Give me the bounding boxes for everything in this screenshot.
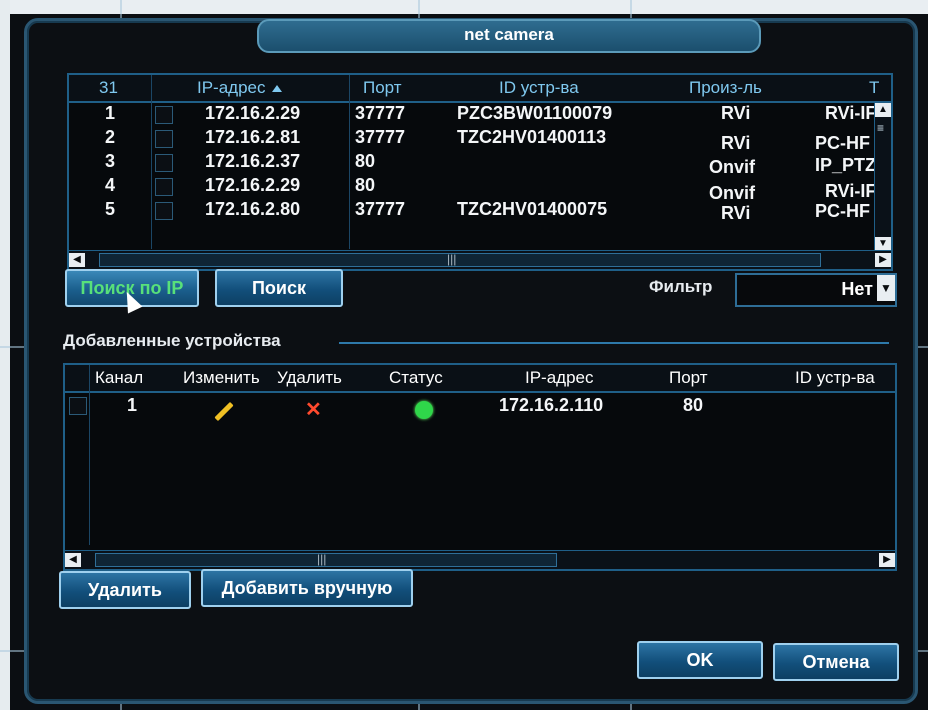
col-id-header[interactable]: ID устр-ва (499, 78, 579, 98)
vertical-scrollbar[interactable]: ▲ ≡ ▼ (874, 103, 891, 251)
table-header: 31 IP-адрес Порт ID устр-ва Произ-ль Т (69, 75, 891, 103)
table-row[interactable]: 2 172.16.2.81 37777 TZC2HV01400113 RVi P… (69, 127, 873, 153)
col-status-header[interactable]: Статус (389, 368, 443, 388)
row-maker: RVi (721, 203, 751, 223)
col-channel-header[interactable]: Канал (95, 368, 143, 388)
delete-button[interactable]: Удалить (59, 571, 191, 609)
scroll-left-icon[interactable]: ◀ (65, 553, 81, 567)
row-type: PC-HF (815, 201, 870, 221)
row-checkbox[interactable] (155, 178, 173, 196)
col-port-header[interactable]: Порт (363, 78, 402, 98)
row-number: 1 (105, 103, 116, 123)
scroll-grip-icon: ||| (317, 552, 327, 566)
row-port: 37777 (355, 103, 406, 123)
table-row[interactable]: 4 172.16.2.29 80 Onvif RVi-IF (69, 175, 876, 203)
sort-ascending-icon (271, 85, 282, 93)
row-ip: 172.16.2.81 (205, 127, 301, 147)
row-maker: RVi (721, 103, 751, 123)
add-manual-button[interactable]: Добавить вручную (201, 569, 413, 607)
top-bezel (0, 0, 928, 14)
horizontal-scrollbar[interactable]: ◀ ||| ▶ (65, 550, 895, 569)
row-port: 80 (355, 151, 376, 171)
row-port: 37777 (355, 199, 406, 219)
section-divider (339, 342, 889, 344)
scroll-grip-icon: ||| (447, 252, 457, 266)
scroll-right-icon[interactable]: ▶ (879, 553, 895, 567)
table-row[interactable]: 5 172.16.2.80 37777 TZC2HV01400075 RVi P… (69, 199, 873, 223)
table-row[interactable]: 1 172.16.2.29 37777 PZC3BW01100079 RVi R… (69, 103, 877, 125)
row-ip: 172.16.2.29 (205, 175, 301, 195)
filter-label: Фильтр (649, 277, 713, 296)
ok-button[interactable]: OK (637, 641, 763, 679)
column-divider (89, 365, 90, 545)
found-devices-table: 31 IP-адрес Порт ID устр-ва Произ-ль Т 1… (67, 73, 893, 271)
row-ip: 172.16.2.29 (205, 103, 301, 123)
scroll-up-icon[interactable]: ▲ (875, 103, 891, 117)
added-devices-table: Канал Изменить Удалить Статус IP-адрес П… (63, 363, 897, 571)
col-maker-header[interactable]: Произ-ль (689, 78, 762, 98)
col-edit-header[interactable]: Изменить (183, 368, 275, 388)
status-online-icon (415, 401, 433, 419)
col-delete-header[interactable]: Удалить (277, 368, 342, 388)
row-ip: 172.16.2.110 (499, 395, 604, 415)
scroll-right-icon[interactable]: ▶ (875, 253, 891, 267)
row-ip: 172.16.2.80 (205, 199, 301, 219)
row-checkbox[interactable] (155, 106, 173, 124)
scroll-left-icon[interactable]: ◀ (69, 253, 85, 267)
table-row[interactable]: 3 172.16.2.37 80 Onvif IP_PTZ (69, 151, 877, 177)
horizontal-scrollbar[interactable]: ◀ ||| ▶ (69, 250, 891, 269)
row-port: 37777 (355, 127, 406, 147)
row-ip: 172.16.2.37 (205, 151, 301, 171)
filter-dropdown[interactable]: Нет ▼ (735, 273, 897, 307)
edit-pencil-icon[interactable] (214, 401, 234, 422)
row-device-id: PZC3BW01100079 (457, 103, 613, 123)
row-checkbox[interactable] (155, 130, 173, 148)
col-type-header[interactable]: Т (869, 78, 879, 98)
row-number: 2 (105, 127, 116, 147)
cancel-button[interactable]: Отмена (773, 643, 899, 681)
added-devices-title: Добавленные устройства (63, 331, 281, 350)
row-number: 3 (105, 151, 116, 171)
row-checkbox[interactable] (155, 154, 173, 172)
row-device-id: TZC2HV01400075 (457, 199, 608, 219)
row-device-id: TZC2HV01400113 (457, 127, 607, 147)
filter-value: Нет (841, 279, 873, 299)
row-number: 4 (105, 175, 116, 195)
col-port-header[interactable]: Порт (669, 368, 708, 388)
row-type: RVi-IF (825, 103, 877, 123)
dialog-title: net camera (257, 19, 761, 53)
table-row[interactable]: 1 ✕ 172.16.2.110 80 (65, 395, 895, 422)
col-ip-header[interactable]: IP-адрес (197, 78, 282, 98)
delete-x-icon[interactable]: ✕ (305, 397, 322, 422)
row-port: 80 (683, 395, 704, 415)
scroll-down-icon[interactable]: ▼ (875, 237, 891, 251)
row-checkbox[interactable] (155, 202, 173, 220)
left-bezel (0, 0, 10, 710)
col-count-header[interactable]: 31 (99, 78, 118, 98)
chevron-down-icon[interactable]: ▼ (877, 275, 895, 301)
row-port: 80 (355, 175, 376, 195)
col-ip-label: IP-адрес (197, 78, 266, 97)
row-type: IP_PTZ (815, 155, 877, 175)
scroll-thumb[interactable] (99, 253, 821, 267)
col-ip-header[interactable]: IP-адрес (525, 368, 594, 388)
table-header: Канал Изменить Удалить Статус IP-адрес П… (65, 365, 895, 393)
net-camera-dialog: net camera 31 IP-адрес Порт ID устр-ва П… (24, 18, 918, 704)
col-id-header[interactable]: ID устр-ва (795, 368, 875, 388)
row-number: 5 (105, 199, 116, 219)
search-button[interactable]: Поиск (215, 269, 343, 307)
row-channel: 1 (127, 395, 138, 415)
scroll-grip-icon[interactable]: ≡ (877, 121, 884, 135)
row-checkbox[interactable] (69, 397, 87, 415)
